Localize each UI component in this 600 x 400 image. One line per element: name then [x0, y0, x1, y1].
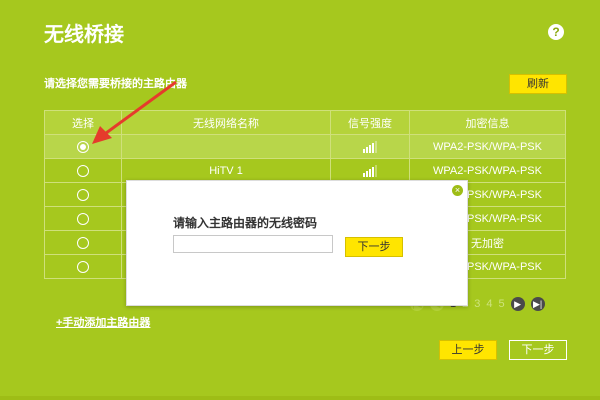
signal-cell [330, 134, 410, 159]
col-security-header: 加密信息 [409, 110, 566, 135]
close-icon[interactable]: × [452, 185, 463, 196]
signal-strength-icon [362, 165, 378, 178]
select-radio[interactable] [77, 188, 89, 201]
select-cell [44, 206, 122, 231]
security-cell: WPA2-PSK/WPA-PSK [409, 158, 566, 183]
refresh-button[interactable]: 刷新 [509, 74, 567, 94]
password-input[interactable] [173, 235, 333, 253]
select-radio[interactable] [77, 164, 89, 177]
next-step-button[interactable]: 下一步 [509, 340, 567, 360]
previous-step-button[interactable]: 上一步 [439, 340, 497, 360]
signal-cell [330, 158, 410, 183]
next-page-icon[interactable]: ▶ [510, 297, 525, 311]
red-arrow-icon [92, 80, 177, 144]
col-signal-header: 信号强度 [330, 110, 410, 135]
dialog-title: 请输入主路由器的无线密码 [173, 216, 318, 230]
add-router-link[interactable]: +手动添加主路由器 [56, 314, 150, 330]
security-cell: WPA2-PSK/WPA-PSK [409, 134, 566, 159]
page-number[interactable]: 5 [499, 298, 505, 310]
select-cell [44, 182, 122, 207]
help-icon[interactable]: ? [548, 24, 564, 40]
password-dialog: × 请输入主路由器的无线密码 下一步 [126, 180, 468, 306]
select-cell [44, 158, 122, 183]
select-cell [44, 254, 122, 279]
select-cell [44, 230, 122, 255]
signal-strength-icon [362, 141, 378, 154]
page-number[interactable]: 4 [486, 298, 492, 310]
select-radio[interactable] [77, 212, 89, 225]
last-page-icon[interactable]: ▶| [530, 297, 545, 311]
page-number[interactable]: 3 [474, 298, 480, 310]
select-radio[interactable] [77, 236, 89, 249]
bottom-divider [0, 396, 600, 400]
table-row[interactable]: HiTV 1 WPA2-PSK/WPA-PSK [44, 158, 566, 183]
ssid-cell: HiTV 1 [121, 158, 331, 183]
dialog-next-button[interactable]: 下一步 [345, 237, 403, 257]
page-title: 无线桥接 [44, 24, 124, 46]
select-radio[interactable] [77, 260, 89, 273]
